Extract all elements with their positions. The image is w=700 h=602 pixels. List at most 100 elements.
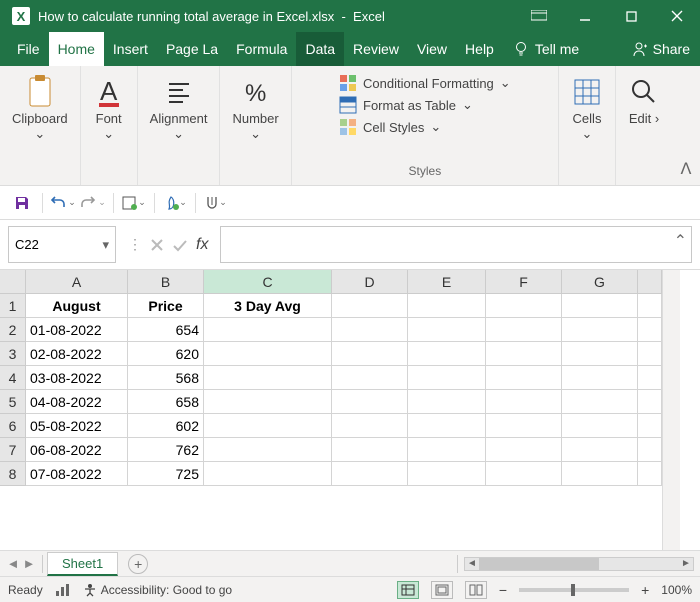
tab-page-layout[interactable]: Page La: [157, 32, 227, 66]
cell[interactable]: [204, 342, 332, 366]
clipboard-button[interactable]: Clipboard⌄: [0, 74, 80, 142]
number-button[interactable]: % Number⌄: [220, 74, 290, 142]
cell[interactable]: [332, 438, 408, 462]
cell[interactable]: [204, 390, 332, 414]
maximize-button[interactable]: [608, 0, 654, 32]
cell[interactable]: 02-08-2022: [26, 342, 128, 366]
cell[interactable]: [204, 366, 332, 390]
row-header[interactable]: 5: [0, 390, 26, 414]
col-header[interactable]: E: [408, 270, 486, 294]
col-header[interactable]: A: [26, 270, 128, 294]
cell[interactable]: 762: [128, 438, 204, 462]
cell[interactable]: [408, 414, 486, 438]
editing-button[interactable]: Edit ›: [616, 74, 672, 127]
fx-icon[interactable]: fx: [196, 236, 208, 254]
qat-button-2[interactable]: ⌄: [161, 190, 189, 216]
cell[interactable]: [204, 462, 332, 486]
cell[interactable]: [204, 414, 332, 438]
redo-button[interactable]: ⌄: [79, 190, 107, 216]
sheet-tab[interactable]: Sheet1: [47, 552, 118, 576]
col-header[interactable]: G: [562, 270, 638, 294]
cell[interactable]: [562, 366, 638, 390]
view-page-break-button[interactable]: [465, 581, 487, 599]
cells-button[interactable]: Cells⌄: [559, 74, 615, 142]
cancel-icon[interactable]: [150, 238, 164, 252]
qat-button-3[interactable]: ⌄: [202, 190, 230, 216]
sheet-nav-arrows[interactable]: ◄►: [0, 556, 42, 571]
cell[interactable]: [486, 390, 562, 414]
cell[interactable]: [408, 462, 486, 486]
col-header[interactable]: F: [486, 270, 562, 294]
cell[interactable]: [408, 294, 486, 318]
tab-view[interactable]: View: [408, 32, 456, 66]
cell[interactable]: [332, 414, 408, 438]
col-header[interactable]: B: [128, 270, 204, 294]
formula-input[interactable]: ⌃: [220, 226, 692, 263]
cell[interactable]: 3 Day Avg: [204, 294, 332, 318]
cell[interactable]: [332, 318, 408, 342]
tab-formulas[interactable]: Formula: [227, 32, 296, 66]
zoom-level[interactable]: 100%: [661, 583, 692, 597]
cell[interactable]: Price: [128, 294, 204, 318]
cell[interactable]: [486, 414, 562, 438]
cell[interactable]: [486, 342, 562, 366]
expand-formula-icon[interactable]: ⌃: [674, 231, 687, 251]
view-page-layout-button[interactable]: [431, 581, 453, 599]
cell[interactable]: [408, 438, 486, 462]
alignment-button[interactable]: Alignment⌄: [138, 74, 220, 142]
view-normal-button[interactable]: [397, 581, 419, 599]
qat-button-1[interactable]: ⌄: [120, 190, 148, 216]
tab-home[interactable]: Home: [49, 32, 104, 66]
cell[interactable]: [332, 366, 408, 390]
cell[interactable]: [562, 294, 638, 318]
spreadsheet-grid[interactable]: ABCDEFG1AugustPrice3 Day Avg201-08-20226…: [0, 270, 662, 550]
cell[interactable]: [486, 318, 562, 342]
cell[interactable]: 620: [128, 342, 204, 366]
tab-file[interactable]: File: [8, 32, 49, 66]
cell[interactable]: 654: [128, 318, 204, 342]
row-header[interactable]: 4: [0, 366, 26, 390]
accessibility-status[interactable]: Accessibility: Good to go: [83, 583, 232, 597]
vertical-scrollbar[interactable]: [662, 270, 680, 550]
tab-insert[interactable]: Insert: [104, 32, 157, 66]
cell[interactable]: August: [26, 294, 128, 318]
conditional-formatting-button[interactable]: Conditional Formatting ⌄: [339, 74, 511, 92]
cell[interactable]: [332, 342, 408, 366]
font-button[interactable]: A Font⌄: [81, 74, 137, 142]
undo-button[interactable]: ⌄: [49, 190, 77, 216]
cell[interactable]: [562, 318, 638, 342]
ribbon-options-icon[interactable]: [516, 0, 562, 32]
cell[interactable]: 03-08-2022: [26, 366, 128, 390]
tell-me[interactable]: Tell me: [503, 41, 589, 57]
tab-help[interactable]: Help: [456, 32, 503, 66]
row-header[interactable]: 1: [0, 294, 26, 318]
col-header[interactable]: D: [332, 270, 408, 294]
cell[interactable]: [638, 318, 662, 342]
stats-icon[interactable]: [55, 583, 71, 597]
cell[interactable]: 05-08-2022: [26, 414, 128, 438]
cell[interactable]: [204, 438, 332, 462]
cell[interactable]: 725: [128, 462, 204, 486]
save-button[interactable]: [8, 190, 36, 216]
zoom-in-button[interactable]: +: [641, 582, 649, 598]
cell[interactable]: [562, 462, 638, 486]
format-as-table-button[interactable]: Format as Table ⌄: [339, 96, 511, 114]
row-header[interactable]: 7: [0, 438, 26, 462]
cell[interactable]: [204, 318, 332, 342]
cell[interactable]: [638, 342, 662, 366]
row-header[interactable]: 3: [0, 342, 26, 366]
cell[interactable]: [332, 294, 408, 318]
cell[interactable]: 01-08-2022: [26, 318, 128, 342]
cell[interactable]: 06-08-2022: [26, 438, 128, 462]
name-box[interactable]: C22▾: [8, 226, 116, 263]
cell[interactable]: [408, 366, 486, 390]
row-header[interactable]: 6: [0, 414, 26, 438]
cell[interactable]: [486, 294, 562, 318]
cell[interactable]: [408, 318, 486, 342]
cell[interactable]: [638, 390, 662, 414]
cell[interactable]: [408, 342, 486, 366]
new-sheet-button[interactable]: +: [128, 554, 148, 574]
cell[interactable]: 602: [128, 414, 204, 438]
close-button[interactable]: [654, 0, 700, 32]
zoom-out-button[interactable]: −: [499, 582, 507, 598]
